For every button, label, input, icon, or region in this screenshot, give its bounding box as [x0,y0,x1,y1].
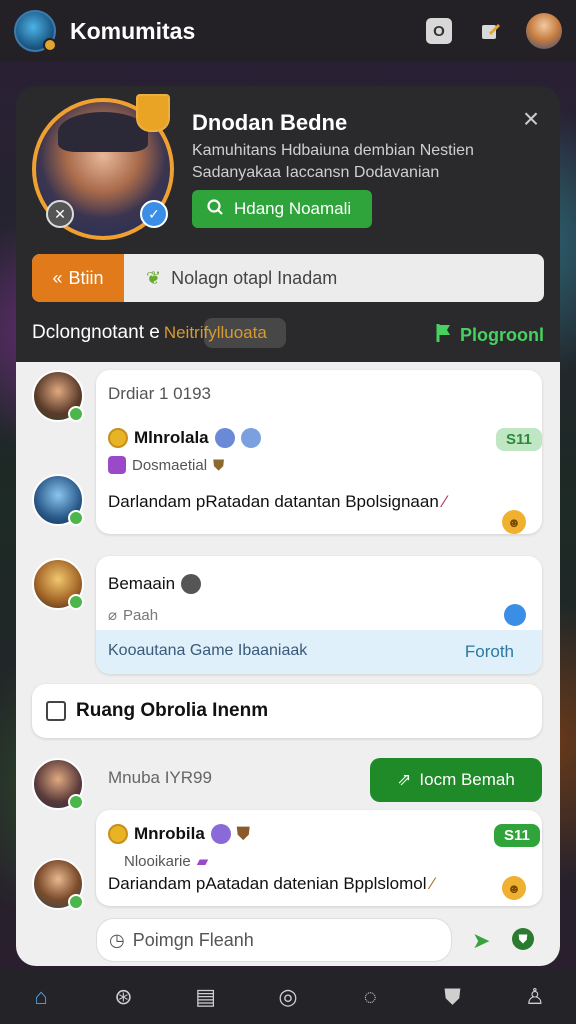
comment-placeholder: Poimgn Fleanh [132,929,254,950]
shield-icon: ⛊ [213,456,225,474]
app-logo[interactable] [14,10,57,52]
game-icon[interactable]: ⊛ [108,982,138,1012]
top-bar: Komumitas O [0,0,576,62]
subtitle-text: Paah [123,606,159,624]
post-username[interactable]: Mlnrolala [108,428,261,448]
post-header: Drdiar 1 0193 [108,384,212,403]
post-card[interactable]: Drdiar 1 0193 Mlnrolala Dosmaetial ⛊ S11… [96,370,542,534]
join-room-button[interactable]: ⇗ Iocm Bemah [370,758,542,802]
timer-icon [181,574,202,594]
pen-icon: ⁄ [443,492,447,511]
shield-icon: ⛊ [236,824,250,843]
chat-room-row[interactable]: Ruang Obrolia Inenm [32,684,542,738]
join-button-label: Hdang Noamali [234,199,352,218]
share-icon[interactable] [504,604,526,626]
back-button[interactable]: « Btiin [32,254,124,302]
comment-input[interactable]: ◷ Poimgn Fleanh [96,918,452,962]
post-header-text: Bemaain [108,574,176,593]
username-text: Mlnrolala [134,428,209,447]
post-text-content: Dariandam pAatadan datenian Bpplslomol [108,874,427,893]
emblem-icon [240,428,261,448]
pen-icon: ⁄ [431,874,435,893]
close-icon[interactable]: × [518,105,544,133]
search-input[interactable]: ❦ Nolagn otapl Inadam [124,254,544,302]
avatar[interactable] [32,758,84,810]
avatar[interactable] [32,858,84,910]
home-icon[interactable]: ⌂ [26,982,56,1012]
community-description: Kamuhitans Hdbaiuna dembian Nestien Sada… [192,142,474,181]
post-card[interactable]: Bemaain ⌀ Paah Kooautana Game Ibaaniaak … [96,556,542,674]
community-name: Dnodan Bedne [192,110,348,135]
post-text-content: Darlandam pRatadan datantan Bpolsignaan [108,492,439,511]
subtitle-text: Nlooikarie [124,852,191,870]
tools-icon: ✕ [46,200,74,228]
avatar[interactable] [32,558,84,610]
user-icon[interactable]: ♙ [520,982,550,1012]
avatar[interactable] [32,474,84,526]
game-link-action[interactable]: Foroth [465,642,514,662]
emblem-icon [214,428,235,448]
username-text: Mnrobila [134,824,205,843]
game-link-box[interactable]: Kooautana Game Ibaaniaak Foroth [96,630,542,674]
shield-icon[interactable]: ⛊ [438,982,468,1012]
tag-icon: ▰ [196,853,209,870]
section-label: Dclongnotant e [32,322,160,343]
section-title: Dclongnotant e Neitrifylluoata [32,322,267,344]
progress-link[interactable]: Plogroonl [434,322,544,349]
search-icon [206,198,224,221]
post-subtitle: ⌀ Paah [108,606,159,625]
reaction-icon[interactable]: ☻ [502,510,526,534]
leaf-icon: ❦ [146,267,162,288]
shield-icon[interactable]: ⛊ [512,928,534,950]
flag-icon [434,322,454,349]
list-icon[interactable]: ▤ [191,982,221,1012]
chevron-left-icon: « [52,267,63,288]
progress-link-label: Plogroonl [460,325,544,345]
join-room-label: Iocm Bemah [419,770,515,789]
search-placeholder: Nolagn otapl Inadam [171,267,338,288]
post-text: Dariandam pAatadan datenian Bpplslomol ⁄ [108,874,434,894]
attach-icon: ⌀ [108,607,118,624]
chat-icon[interactable]: ◌ [355,982,385,1012]
emblem-icon [210,824,231,844]
game-link-text: Kooautana Game Ibaaniaak [108,642,308,659]
post-card[interactable]: Mnrobila ⛊ Nlooikarie ▰ S11 Dariandam pA… [96,810,542,906]
group-icon [108,456,126,474]
rank-badge-icon [136,94,170,132]
join-button[interactable]: Hdang Noamali [192,190,372,228]
clock-icon: ◷ [109,929,125,950]
profile-avatar[interactable] [526,13,562,49]
post-header: Mnuba IYR99 [108,768,212,787]
reaction-icon[interactable]: ☻ [502,876,526,900]
feed: Drdiar 1 0193 Mlnrolala Dosmaetial ⛊ S11… [16,362,560,966]
checkbox[interactable] [46,701,66,721]
send-icon[interactable]: ➤ [472,928,490,954]
level-badge: S11 [496,428,542,451]
app-title: Komumitas [70,17,196,44]
subtitle-text: Dosmaetial [132,456,208,474]
post-subtitle: Dosmaetial ⛊ [108,456,224,474]
verified-icon: ✓ [140,200,168,228]
compass-icon[interactable]: ◎ [273,982,303,1012]
bottom-nav: ⌂ ⊛ ▤ ◎ ◌ ⛊ ♙ [0,970,576,1024]
edit-icon[interactable] [478,18,504,44]
post-header: Bemaain [108,574,202,594]
chat-room-label: Ruang Obrolia Inenm [76,700,269,721]
coin-icon [108,428,128,448]
section-sublabel: Neitrifylluoata [163,323,267,342]
post-text: Darlandam pRatadan datantan Bpolsignaan … [108,492,446,512]
back-button-label: Btiin [68,267,104,288]
search-bar: « Btiin ❦ Nolagn otapl Inadam [32,254,544,302]
post-subtitle: Nlooikarie ▰ [124,852,209,871]
post-username[interactable]: Mnrobila ⛊ [108,824,250,844]
avatar[interactable] [32,370,84,422]
coin-icon [108,824,128,844]
community-card: ✕ ✓ Dnodan Bedne × Kamuhitans Hdbaiuna d… [16,86,560,966]
link-icon: ⇗ [397,770,412,789]
square-o-icon[interactable]: O [426,18,452,44]
level-badge: S11 [494,824,540,847]
